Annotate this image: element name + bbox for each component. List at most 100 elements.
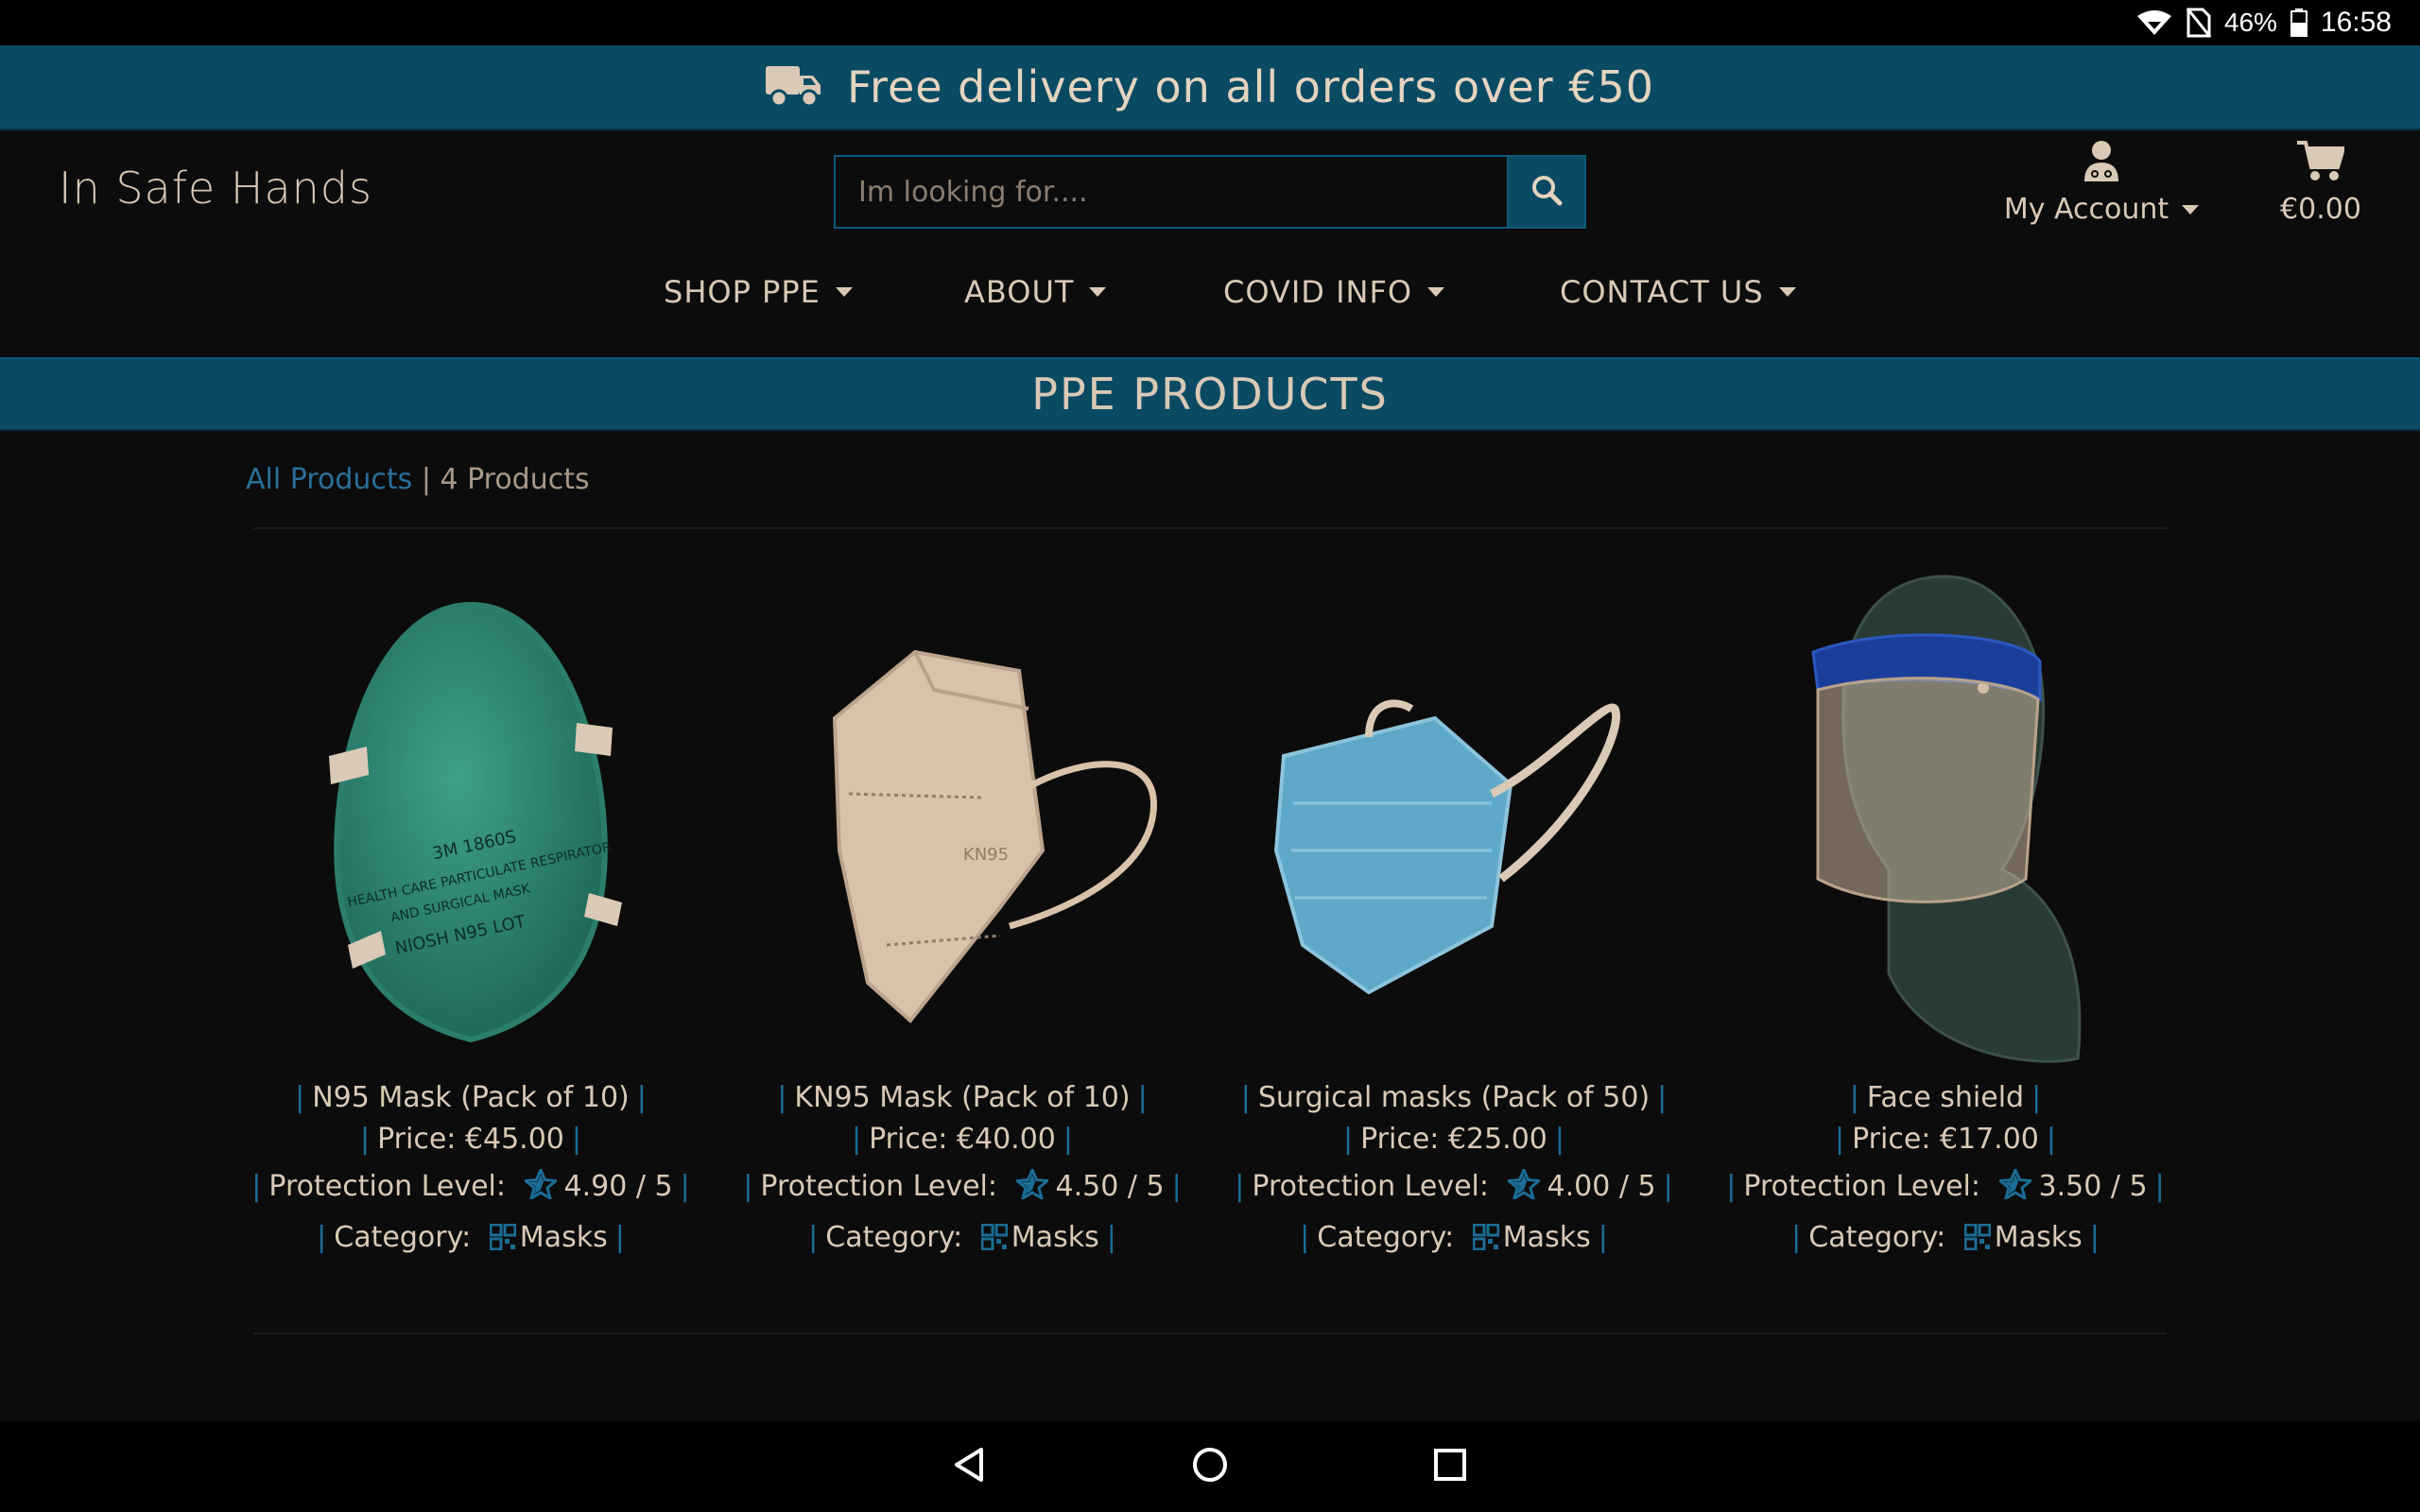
nav-about[interactable]: ABOUT xyxy=(964,274,1107,310)
star-icon xyxy=(1996,1166,2034,1211)
protection-label: Protection Level: xyxy=(1743,1170,1980,1203)
qrcode-icon xyxy=(489,1221,517,1263)
protection-rating: 3.50 / 5 xyxy=(2038,1170,2148,1203)
product-price: Price: €17.00 xyxy=(1852,1123,2039,1156)
promo-text: Free delivery on all orders over €50 xyxy=(846,61,1655,112)
product-image-n95[interactable]: 3M 1860S HEALTH CARE PARTICULATE RESPIRA… xyxy=(225,567,717,1077)
product-category-line: | Category: Masks | xyxy=(1700,1217,2191,1263)
product-name-line: | Surgical masks (Pack of 50) | xyxy=(1208,1077,1700,1119)
home-button[interactable] xyxy=(1185,1442,1235,1491)
breadcrumb-separator: | xyxy=(421,463,431,496)
protection-label: Protection Level: xyxy=(1252,1170,1489,1203)
protection-label: Protection Level: xyxy=(760,1170,997,1203)
cart-icon xyxy=(2297,141,2346,185)
separator: | xyxy=(743,1170,753,1203)
product-name-line: | KN95 Mask (Pack of 10) | xyxy=(717,1077,1208,1119)
my-account-label: My Account xyxy=(2003,193,2169,226)
nav-shop-ppe[interactable]: SHOP PPE xyxy=(664,274,853,310)
main-nav: SHOP PPE ABOUT COVID INFO CONTACT US xyxy=(0,274,2420,331)
status-bar: 46% 16:58 xyxy=(0,0,2420,45)
separator: | xyxy=(1849,1081,1859,1114)
divider xyxy=(253,1332,2167,1334)
star-icon xyxy=(1504,1166,1543,1211)
cart-button[interactable]: €0.00 xyxy=(2269,140,2373,226)
my-account-menu[interactable]: My Account xyxy=(2002,140,2201,226)
product-rating-line: | Protection Level: 4.50 / 5 | xyxy=(717,1166,1208,1211)
product-name[interactable]: N95 Mask (Pack of 10) xyxy=(312,1081,630,1114)
separator: | xyxy=(808,1221,819,1254)
promo-banner: Free delivery on all orders over €50 xyxy=(0,45,2420,130)
product-rating-line: | Protection Level: 4.00 / 5 | xyxy=(1208,1166,1700,1211)
search-button[interactable] xyxy=(1507,155,1586,229)
product-name[interactable]: Surgical masks (Pack of 50) xyxy=(1258,1081,1650,1114)
product-card[interactable]: | Surgical masks (Pack of 50) | | Price: €2… xyxy=(1208,567,1700,1263)
product-image-surgical[interactable] xyxy=(1208,567,1700,1077)
chevron-down-icon xyxy=(1778,287,1796,297)
truck-icon xyxy=(765,62,822,112)
separator: | xyxy=(1171,1170,1182,1203)
product-rating-line: | Protection Level: 4.90 / 5 | xyxy=(225,1166,717,1211)
chevron-down-icon xyxy=(1427,287,1445,297)
separator: | xyxy=(2031,1081,2042,1114)
section-header: PPE PRODUCTS xyxy=(0,357,2420,431)
product-image-face-shield[interactable] xyxy=(1700,567,2191,1077)
product-price: Price: €40.00 xyxy=(869,1123,1056,1156)
product-name[interactable]: KN95 Mask (Pack of 10) xyxy=(794,1081,1130,1114)
separator: | xyxy=(1598,1221,1608,1254)
category-link[interactable]: Masks xyxy=(1995,1221,2083,1254)
product-card[interactable]: | Face shield | | Price: €17.00 | | Protectio… xyxy=(1700,567,2191,1263)
nav-covid-info[interactable]: COVID INFO xyxy=(1223,274,1445,310)
product-name[interactable]: Face shield xyxy=(1867,1081,2024,1114)
separator: | xyxy=(251,1170,262,1203)
clock: 16:58 xyxy=(2320,7,2392,38)
battery-percent: 46% xyxy=(2223,8,2277,37)
chevron-down-icon xyxy=(1089,287,1107,297)
star-icon xyxy=(1012,1166,1051,1211)
separator: | xyxy=(317,1221,327,1254)
separator: | xyxy=(636,1081,647,1114)
product-category-line: | Category: Masks | xyxy=(1208,1217,1700,1263)
category-label: Category: xyxy=(825,1221,963,1254)
product-category-line: | Category: Masks | xyxy=(225,1217,717,1263)
product-category-line: | Category: Masks | xyxy=(717,1217,1208,1263)
battery-icon xyxy=(2290,9,2308,37)
category-label: Category: xyxy=(1808,1221,1946,1254)
product-price: Price: €25.00 xyxy=(1360,1123,1547,1156)
separator: | xyxy=(2154,1170,2165,1203)
category-label: Category: xyxy=(334,1221,472,1254)
separator: | xyxy=(1554,1123,1565,1156)
nav-label: ABOUT xyxy=(964,274,1075,310)
category-link[interactable]: Masks xyxy=(1503,1221,1591,1254)
category-link[interactable]: Masks xyxy=(1011,1221,1099,1254)
page-title: PPE PRODUCTS xyxy=(1031,369,1389,420)
search-input[interactable] xyxy=(834,155,1507,229)
separator: | xyxy=(777,1081,787,1114)
separator: | xyxy=(1834,1123,1845,1156)
product-price-line: | Price: €45.00 | xyxy=(225,1119,717,1160)
nav-contact-us[interactable]: CONTACT US xyxy=(1560,274,1796,310)
brand-logo[interactable]: In Safe Hands xyxy=(59,163,372,214)
separator: | xyxy=(1300,1221,1310,1254)
nav-label: SHOP PPE xyxy=(664,274,821,310)
separator: | xyxy=(1663,1170,1673,1203)
product-card[interactable]: KN95 | KN95 Mask (Pack of 10) | | Price: €4… xyxy=(717,567,1208,1263)
product-card[interactable]: 3M 1860S HEALTH CARE PARTICULATE RESPIRA… xyxy=(225,567,717,1263)
recents-button[interactable] xyxy=(1426,1442,1475,1491)
nav-label: COVID INFO xyxy=(1223,274,1413,310)
nav-label: CONTACT US xyxy=(1560,274,1764,310)
breadcrumb-all-products-link[interactable]: All Products xyxy=(246,463,412,496)
separator: | xyxy=(1063,1123,1074,1156)
search-icon xyxy=(1530,174,1563,210)
separator: | xyxy=(1791,1221,1802,1254)
category-link[interactable]: Masks xyxy=(520,1221,608,1254)
separator: | xyxy=(1240,1081,1251,1114)
back-button[interactable] xyxy=(945,1442,994,1491)
search-bar xyxy=(834,155,1586,229)
system-nav-bar xyxy=(0,1421,2420,1512)
product-image-kn95[interactable]: KN95 xyxy=(717,567,1208,1077)
separator: | xyxy=(851,1123,862,1156)
star-icon xyxy=(521,1166,560,1211)
recents-icon xyxy=(1431,1446,1469,1487)
product-price: Price: €45.00 xyxy=(377,1123,564,1156)
separator: | xyxy=(571,1123,582,1156)
